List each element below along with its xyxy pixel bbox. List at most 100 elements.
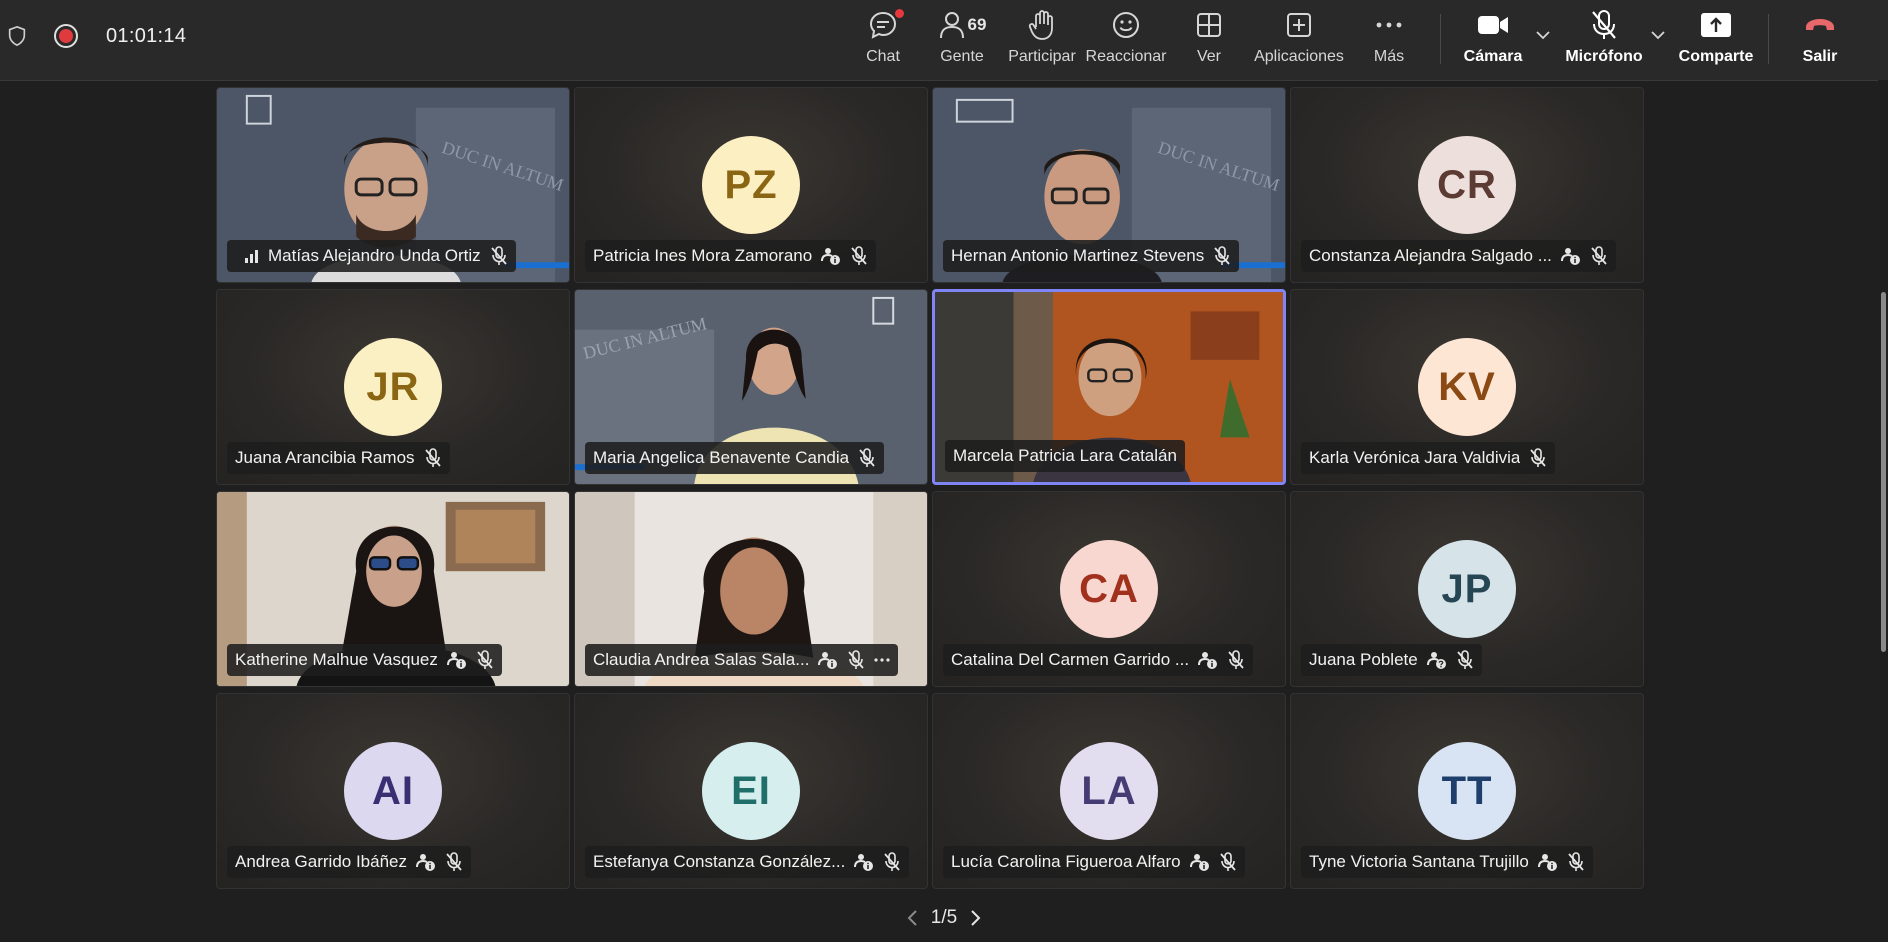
microphone-label: Micrófono — [1565, 48, 1643, 65]
mic-muted-icon — [490, 246, 507, 265]
participant-name-tag: Claudia Andrea Salas Sala... — [585, 644, 899, 676]
emoji-icon — [1113, 12, 1139, 38]
people-button[interactable]: 69 Gente — [932, 8, 992, 72]
participant-tile[interactable]: CR Constanza Alejandra Salgado ... — [1290, 87, 1644, 283]
guest-question-icon — [1426, 652, 1446, 669]
previous-page-button[interactable] — [897, 903, 927, 933]
participant-avatar: JP — [1418, 540, 1516, 638]
participant-tile[interactable]: JR Juana Arancibia Ramos — [216, 289, 570, 485]
chevron-right-icon — [971, 910, 981, 926]
more-options-icon[interactable] — [874, 657, 891, 663]
participant-avatar: CR — [1418, 136, 1516, 234]
more-label: Más — [1373, 48, 1405, 65]
camera-icon — [1478, 16, 1508, 34]
leave-button[interactable]: Salir — [1800, 8, 1840, 72]
more-icon — [1376, 22, 1402, 28]
presenter-info-icon — [446, 652, 466, 669]
participant-name-tag: Hernan Antonio Martinez Stevens — [943, 240, 1240, 272]
view-label: Ver — [1196, 48, 1221, 65]
participant-tile[interactable]: EI Estefanya Constanza González... — [574, 693, 928, 889]
gallery-pager: 1/5 — [0, 894, 1888, 942]
participant-name-tag: Catalina Del Carmen Garrido ... — [943, 644, 1254, 676]
participant-avatar: EI — [702, 742, 800, 840]
participant-name-tag: Karla Verónica Jara Valdivia — [1301, 442, 1556, 474]
react-button[interactable]: Reaccionar — [1085, 8, 1167, 72]
raise-hand-icon — [1028, 10, 1053, 40]
participant-name-tag: Lucía Carolina Figueroa Alfaro — [943, 846, 1245, 878]
camera-options-chevron-down-icon[interactable] — [1536, 30, 1550, 40]
participant-tile[interactable]: AI Andrea Garrido Ibáñez — [216, 693, 570, 889]
more-button[interactable]: Más — [1372, 8, 1406, 72]
mic-muted-icon — [1591, 246, 1607, 265]
participant-name: Constanza Alejandra Salgado ... — [1309, 246, 1552, 265]
share-button[interactable]: Comparte — [1679, 8, 1753, 72]
participant-name: Hernan Antonio Martinez Stevens — [951, 246, 1205, 265]
participant-avatar: JR — [344, 338, 442, 436]
participant-avatar: LA — [1060, 742, 1158, 840]
participant-tile[interactable]: TT Tyne Victoria Santana Trujillo — [1290, 693, 1644, 889]
participant-avatar: CA — [1060, 540, 1158, 638]
participant-tile[interactable]: KV Karla Verónica Jara Valdivia — [1290, 289, 1644, 485]
chat-label: Chat — [866, 48, 900, 65]
participant-name-tag: Juana Poblete — [1301, 644, 1482, 676]
hang-up-icon — [1806, 19, 1834, 30]
presenter-info-icon — [416, 854, 435, 871]
shield-icon[interactable] — [6, 24, 28, 48]
participant-tile[interactable]: DUC IN ALTUM Matías Alejandro Unda Ortiz — [216, 87, 570, 283]
microphone-button[interactable]: Micrófono — [1565, 8, 1643, 72]
mic-options-chevron-down-icon[interactable] — [1651, 30, 1665, 40]
participant-tile-active-speaker[interactable]: Marcela Patricia Lara Catalán — [932, 289, 1286, 485]
scrollbar-thumb[interactable] — [1881, 292, 1886, 652]
participant-tile[interactable]: JP Juana Poblete — [1290, 491, 1644, 687]
participant-tile[interactable]: DUC IN ALTUM Hernan Antonio Martinez Ste… — [932, 87, 1286, 283]
camera-button[interactable]: Cámara — [1464, 8, 1522, 72]
participant-tile[interactable]: Claudia Andrea Salas Sala... — [574, 491, 928, 687]
presenter-info-icon — [1189, 854, 1209, 871]
mic-muted-icon — [859, 448, 875, 467]
presenter-info-icon — [1560, 248, 1580, 265]
page-indicator: 1/5 — [930, 907, 958, 928]
apps-button[interactable]: Aplicaciones — [1254, 8, 1344, 72]
toolbar-divider — [1440, 14, 1441, 64]
presenter-info-icon — [1537, 854, 1557, 871]
participant-tile[interactable]: Katherine Malhue Vasquez — [216, 491, 570, 687]
mic-muted-icon — [848, 650, 865, 669]
mic-muted-icon — [1530, 448, 1547, 467]
participant-tile[interactable]: LA Lucía Carolina Figueroa Alfaro — [932, 693, 1286, 889]
react-label: Reaccionar — [1085, 48, 1167, 65]
mic-muted-icon — [851, 246, 867, 265]
camera-label: Cámara — [1463, 48, 1523, 65]
participant-tile[interactable]: DUC IN ALTUM Maria Angelica Benavente Ca… — [574, 289, 928, 485]
mic-muted-icon — [884, 852, 900, 871]
participant-name-tag: Maria Angelica Benavente Candia — [585, 442, 885, 474]
mic-muted-icon — [1457, 650, 1473, 669]
next-page-button[interactable] — [961, 903, 991, 933]
participant-tile[interactable]: CA Catalina Del Carmen Garrido ... — [932, 491, 1286, 687]
participant-name-tag: Tyne Victoria Santana Trujillo — [1301, 846, 1593, 878]
people-icon — [939, 12, 964, 39]
participant-tile[interactable]: PZ Patricia Ines Mora Zamorano — [574, 87, 928, 283]
add-apps-icon — [1287, 13, 1311, 37]
mic-muted-icon — [1219, 852, 1236, 871]
signal-strength-icon — [245, 250, 258, 263]
presenter-info-icon — [821, 248, 841, 265]
participant-name-tag: Constanza Alejandra Salgado ... — [1301, 240, 1616, 272]
people-label: Gente — [940, 48, 984, 65]
participant-name-tag: Andrea Garrido Ibáñez — [227, 846, 471, 878]
participant-name: Maria Angelica Benavente Candia — [593, 448, 850, 467]
apps-label: Aplicaciones — [1254, 48, 1344, 65]
presenter-info-icon — [818, 652, 838, 669]
participant-name: Tyne Victoria Santana Trujillo — [1309, 852, 1529, 871]
participant-name-tag: Patricia Ines Mora Zamorano — [585, 240, 877, 272]
participant-name: Lucía Carolina Figueroa Alfaro — [951, 852, 1181, 871]
people-count: 69 — [967, 15, 987, 34]
mic-muted-icon — [446, 852, 462, 871]
participant-name: Andrea Garrido Ibáñez — [235, 852, 407, 871]
participant-avatar: KV — [1418, 338, 1516, 436]
raise-hand-label: Participar — [1008, 48, 1076, 65]
chat-button[interactable]: Chat — [860, 8, 906, 72]
participant-name-tag: Marcela Patricia Lara Catalán — [945, 440, 1185, 472]
raise-hand-button[interactable]: Participar — [1008, 8, 1076, 72]
view-button[interactable]: Ver — [1194, 8, 1224, 72]
participant-grid: DUC IN ALTUM Matías Alejandro Unda Ortiz… — [216, 87, 1648, 891]
